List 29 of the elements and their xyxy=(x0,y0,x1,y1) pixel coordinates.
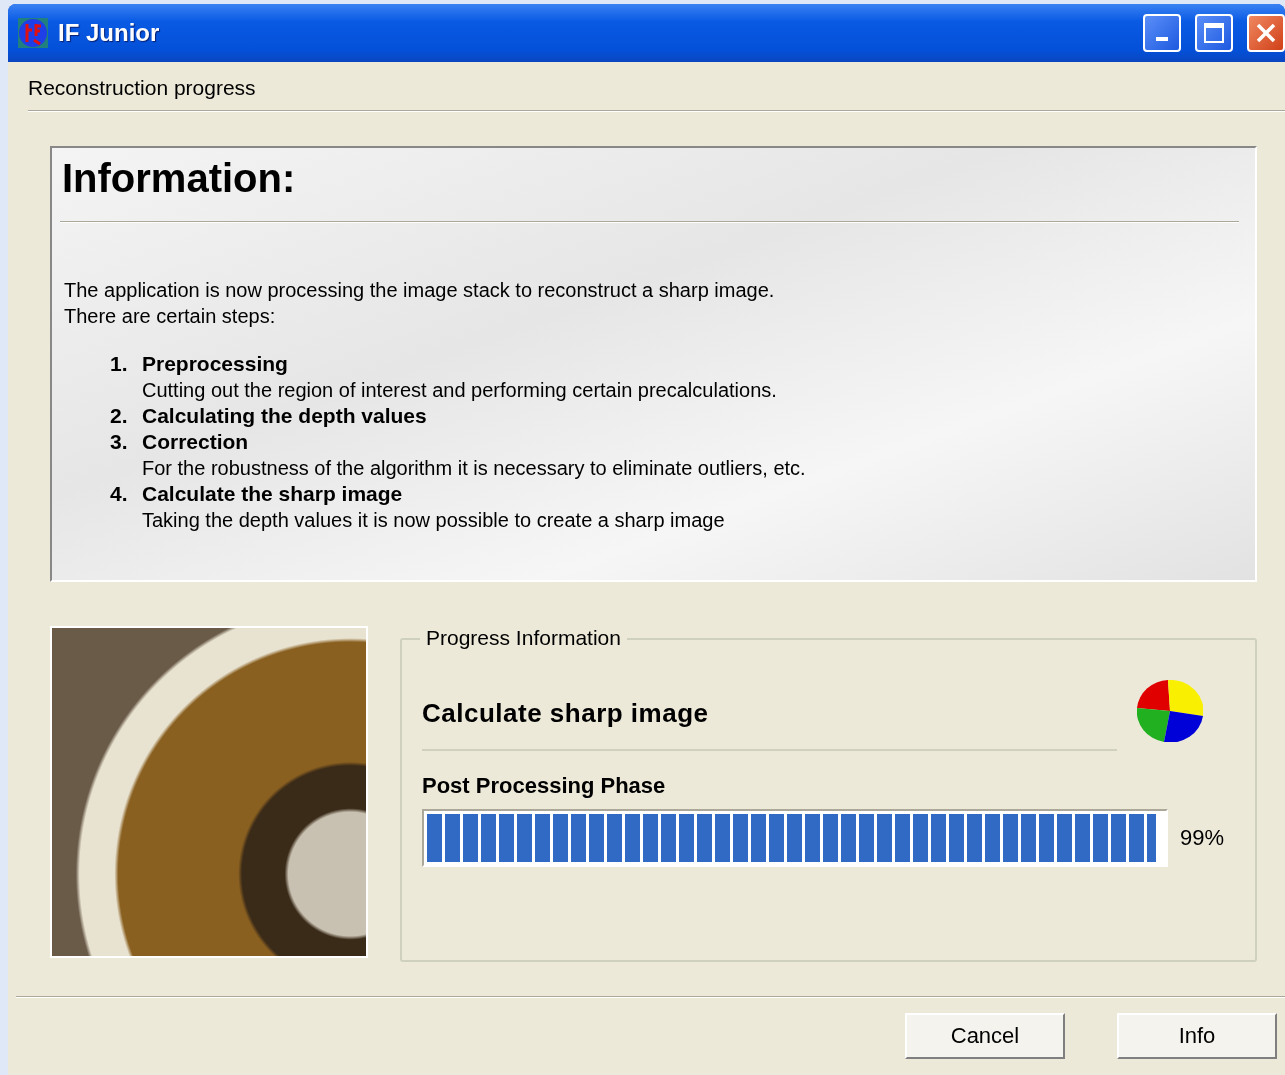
step-description: For the robustness of the algorithm it is necessary to eliminate outliers, etc. xyxy=(142,456,807,481)
step-title: Preprocessing xyxy=(142,351,289,377)
intro-text: The application is now processing the image stack to reconstruct a sharp image. xyxy=(64,278,776,303)
phase-label: Post Processing Phase xyxy=(422,773,667,799)
step-number: 2. xyxy=(110,403,129,429)
progress-percent: 99% xyxy=(1180,825,1225,851)
step-title: Calculate the sharp image xyxy=(142,481,404,507)
step-description: Cutting out the region of interest and performing certain precalculations. xyxy=(142,378,778,403)
cancel-button[interactable]: Cancel xyxy=(905,1013,1065,1059)
stage-label: Calculate sharp image xyxy=(422,690,1117,751)
step-description: Taking the depth values it is now possible to create a sharp image xyxy=(142,508,726,533)
close-button[interactable] xyxy=(1247,14,1285,52)
step-number: 1. xyxy=(110,351,129,377)
step-number: 4. xyxy=(110,481,129,507)
step-number: 3. xyxy=(110,429,129,455)
intro-text: There are certain steps: xyxy=(64,304,277,329)
maximize-icon xyxy=(1203,22,1225,44)
app-globe-icon xyxy=(18,18,48,48)
dialog-header: Reconstruction progress xyxy=(28,76,256,99)
step-title: Correction xyxy=(142,429,250,455)
close-icon xyxy=(1255,22,1277,44)
color-wheel-icon xyxy=(1137,679,1203,742)
maximize-button[interactable] xyxy=(1195,14,1233,52)
window-title: IF Junior xyxy=(58,19,161,47)
step-title: Calculating the depth values xyxy=(142,403,428,429)
info-button[interactable]: Info xyxy=(1117,1013,1277,1059)
minimize-button[interactable] xyxy=(1143,14,1181,52)
information-heading: Information: xyxy=(62,156,297,201)
minimize-icon xyxy=(1156,37,1168,41)
